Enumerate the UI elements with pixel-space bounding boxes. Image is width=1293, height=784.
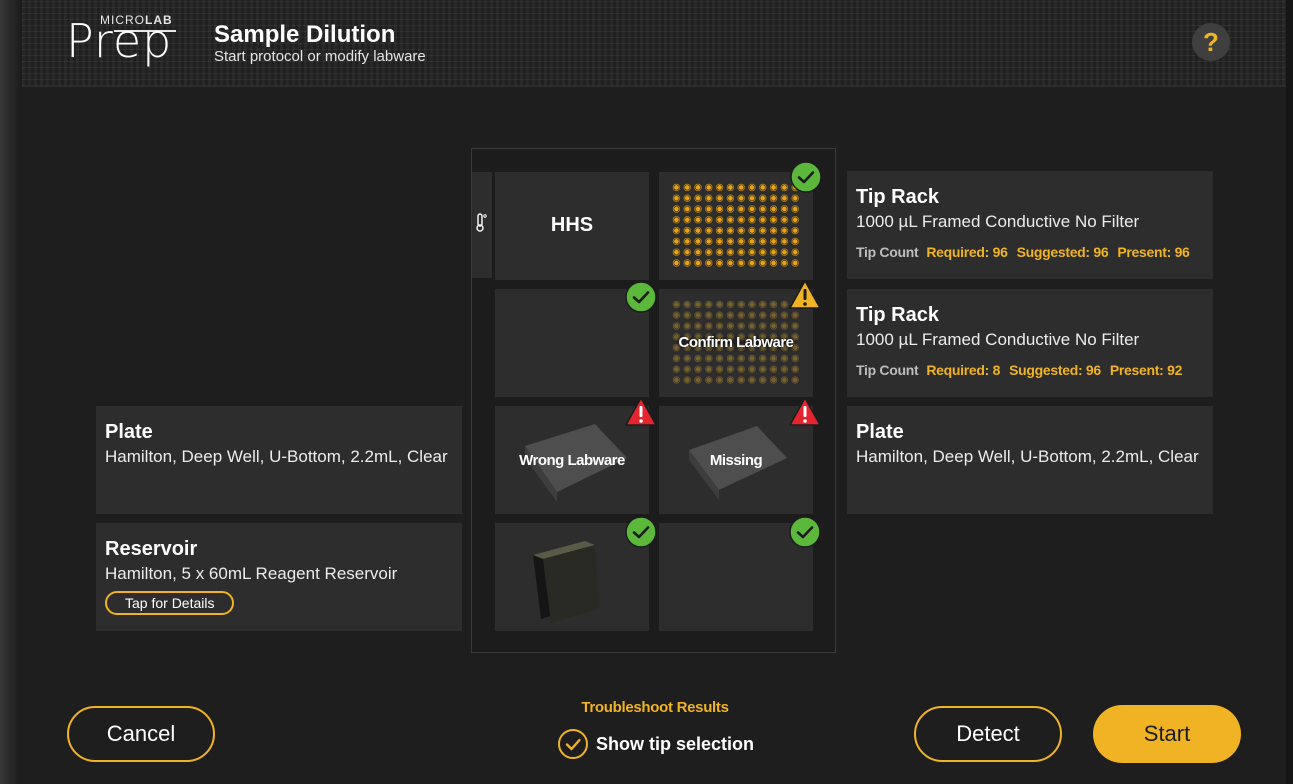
hhs-label: HHS (550, 214, 594, 236)
background-edge (0, 0, 22, 784)
tip-suggested: Suggested: 96 (1009, 362, 1101, 378)
heater-shaker-indicator (472, 172, 492, 278)
background-edge-right (1286, 0, 1293, 784)
page-subtitle: Start protocol or modify labware (214, 48, 426, 65)
cancel-button[interactable]: Cancel (67, 706, 215, 762)
card-title: Tip Rack (856, 186, 939, 208)
warning-icon (789, 280, 821, 309)
detect-button[interactable]: Detect (914, 706, 1062, 762)
card-description: 1000 µL Framed Conductive No Filter (856, 212, 1140, 231)
tip-count-row: Tip Count Required: 96 Suggested: 96 Presen… (856, 244, 1204, 260)
card-title: Tip Rack (856, 304, 939, 326)
checkbox-circle[interactable] (558, 729, 588, 759)
tip-present: Present: 96 (1117, 244, 1190, 260)
card-title: Plate (856, 421, 904, 443)
check-icon (790, 161, 822, 193)
error-icon (789, 397, 821, 426)
card-tip-rack-1[interactable]: Tip Rack 1000 µL Framed Conductive No Fi… (847, 171, 1213, 279)
card-description: Hamilton, 5 x 60mL Reagent Reservoir (105, 564, 398, 583)
check-icon (625, 516, 657, 548)
card-title: Reservoir (105, 538, 198, 560)
deck-slot-hhs[interactable]: HHS (495, 172, 649, 280)
error-icon (625, 397, 657, 426)
card-plate-left[interactable]: Plate Hamilton, Deep Well, U-Bottom, 2.2… (96, 406, 462, 514)
tip-count-row: Tip Count Required: 8 Suggested: 96 Present… (856, 362, 1204, 378)
card-plate-right[interactable]: Plate Hamilton, Deep Well, U-Bottom, 2.2… (847, 406, 1213, 514)
page-title: Sample Dilution (214, 21, 396, 48)
thermometer-icon (476, 213, 487, 232)
show-tip-selection-toggle[interactable]: Show tip selection (558, 729, 754, 759)
troubleshoot-results-link[interactable]: Troubleshoot Results (575, 699, 735, 716)
tip-count-label: Tip Count (856, 244, 919, 260)
check-icon (789, 516, 821, 548)
card-description: 1000 µL Framed Conductive No Filter (856, 330, 1140, 349)
missing-label: Missing (709, 452, 763, 469)
help-button[interactable]: ? (1192, 23, 1230, 61)
tip-suggested: Suggested: 96 (1016, 244, 1109, 260)
tip-rack-wells (671, 182, 801, 268)
header: MICROLAB Prep Sample Dilution Start prot… (22, 0, 1286, 87)
tip-present: Present: 92 (1109, 362, 1183, 378)
card-description: Hamilton, Deep Well, U-Bottom, 2.2mL, Cl… (105, 447, 448, 466)
card-reservoir[interactable]: Reservoir Hamilton, 5 x 60mL Reagent Res… (96, 523, 462, 631)
start-button[interactable]: Start (1093, 705, 1241, 763)
confirm-labware-label: Confirm Labware (678, 334, 794, 351)
card-title: Plate (105, 421, 153, 443)
logo-prep: Prep (66, 14, 173, 68)
show-tip-selection-label: Show tip selection (596, 733, 755, 754)
check-icon (625, 281, 657, 313)
card-tip-rack-2[interactable]: Tip Rack 1000 µL Framed Conductive No Fi… (847, 289, 1213, 397)
tip-count-label: Tip Count (856, 362, 919, 378)
tap-for-details-button[interactable]: Tap for Details (105, 591, 235, 615)
check-icon (565, 738, 581, 751)
tip-required: Required: 96 (926, 244, 1008, 260)
tip-required: Required: 8 (926, 362, 1001, 378)
card-description: Hamilton, Deep Well, U-Bottom, 2.2mL, Cl… (856, 447, 1199, 466)
wrong-labware-label: Wrong Labware (519, 452, 625, 469)
